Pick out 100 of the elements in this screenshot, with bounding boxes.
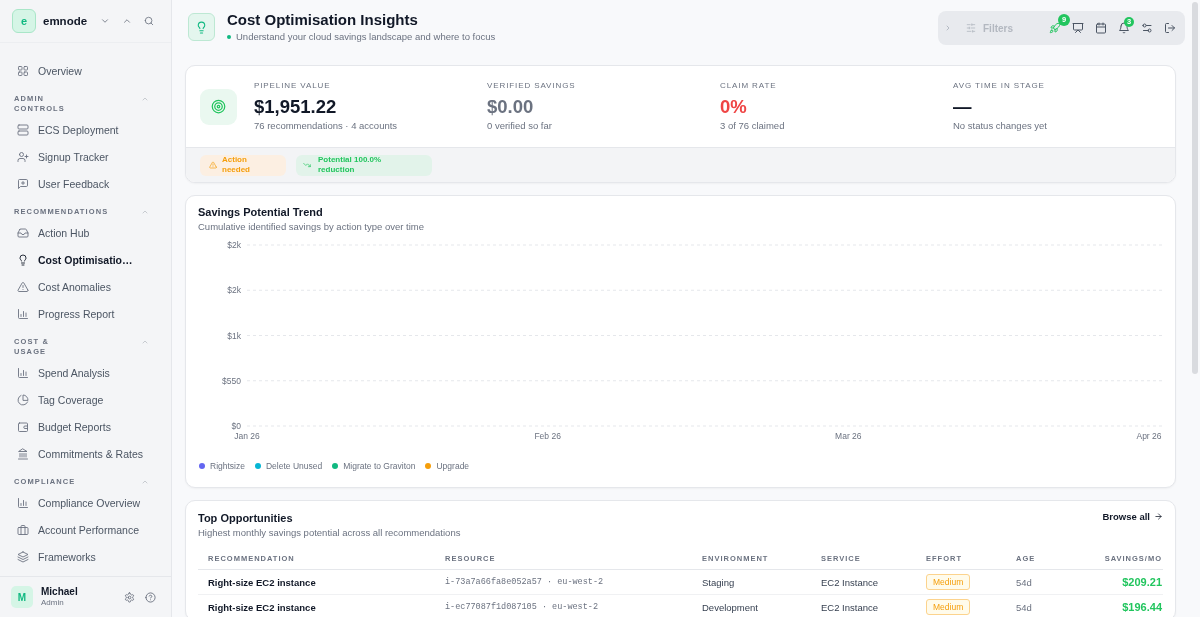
table-title: Top Opportunities <box>198 512 294 525</box>
chart-subtitle: Cumulative identified savings by action type over time <box>198 221 425 233</box>
chart-title: Savings Potential Trend <box>198 206 324 219</box>
table-cell: 54d <box>1006 594 1086 617</box>
bank-icon <box>17 447 29 460</box>
search-icon[interactable] <box>144 16 154 26</box>
chevron-up-icon[interactable] <box>141 338 149 346</box>
legend-label: Upgrade <box>436 460 470 472</box>
stat-note: 0 verified so far <box>487 120 552 132</box>
user-name: Michael <box>41 586 78 598</box>
stat-value: — <box>953 96 972 118</box>
presentation-icon[interactable] <box>1072 22 1084 34</box>
table-cell: Right-size EC2 instance <box>198 594 435 617</box>
user-plus-icon <box>17 150 29 163</box>
wallet-icon <box>17 420 29 433</box>
stat-label: VERIFIED SAVINGS <box>487 81 576 91</box>
table-cell: EC2 Instance <box>811 569 916 595</box>
pie-chart-icon <box>17 393 29 406</box>
help-icon[interactable] <box>145 591 156 603</box>
user-avatar: M <box>11 586 33 608</box>
legend-label: Migrate to Graviton <box>343 460 416 472</box>
legend-label: Rightsize <box>210 460 245 472</box>
x-axis-label: Feb 26 <box>534 431 561 441</box>
stat-label: CLAIM RATE <box>720 81 777 91</box>
y-axis-label: $2k <box>227 285 241 296</box>
toggles-icon[interactable] <box>1141 22 1153 34</box>
sidebar-item[interactable]: Budget Reports <box>0 413 171 440</box>
chevron-up-icon[interactable] <box>141 478 149 486</box>
sidebar-item[interactable]: Signup Tracker <box>0 143 171 170</box>
sidebar-item[interactable]: Compliance Overview <box>0 489 171 516</box>
lightbulb-icon <box>17 253 29 266</box>
scrollbar-thumb[interactable] <box>1192 2 1198 374</box>
user-role: Admin <box>41 598 65 608</box>
bar-chart-icon <box>17 496 29 509</box>
server-icon <box>17 123 29 136</box>
callout-text: Action needed <box>222 154 251 176</box>
sidebar-item[interactable]: Action Hub <box>0 219 171 246</box>
trend-down-icon <box>303 161 311 169</box>
notifications-icon[interactable] <box>1118 22 1130 34</box>
logout-icon[interactable] <box>1164 22 1176 34</box>
settings-icon[interactable] <box>124 591 135 603</box>
table-cell: 54d <box>1006 569 1086 595</box>
briefcase-icon <box>17 523 29 536</box>
y-axis-label: $2k <box>227 240 241 250</box>
chevron-up-icon[interactable] <box>122 16 132 26</box>
table-cell: i-73a7a66fa8e052a57 · eu-west-2 <box>435 569 692 595</box>
x-axis-label: Mar 26 <box>835 431 862 441</box>
sidebar-item[interactable]: ECS Deployment <box>0 116 171 143</box>
rocket-icon[interactable] <box>1049 22 1061 34</box>
table-cell: EC2 Instance <box>811 594 916 617</box>
table-cell: Development <box>692 594 811 617</box>
legend-label: Delete Unused <box>265 460 323 472</box>
chevron-up-icon[interactable] <box>141 208 149 216</box>
table-cell: i-ec77087f1d087105 · eu-west-2 <box>435 594 692 617</box>
x-axis-label: Apr 26 <box>1136 431 1162 441</box>
table-cell: $209.21 <box>1086 569 1163 595</box>
page-subtitle: Understand your cloud savings landscape and where to focus <box>236 30 496 43</box>
sliders-icon <box>966 23 976 33</box>
sidebar-item[interactable]: Cost Anomalies <box>0 273 171 300</box>
inbox-icon <box>17 226 29 239</box>
effort-badge: Medium <box>926 574 971 590</box>
workspace-name: emnode <box>43 15 88 27</box>
table-cell: Right-size EC2 instance <box>198 569 435 595</box>
chevron-down-icon[interactable] <box>100 16 110 26</box>
bar-chart-icon <box>17 366 29 379</box>
status-dot-icon <box>227 34 231 39</box>
sidebar-item[interactable]: Account Performance <box>0 516 171 543</box>
stat-value: $0.00 <box>487 96 534 118</box>
grid-icon <box>17 64 29 77</box>
table-cell: Staging <box>692 569 811 595</box>
stat-value: $1,951.22 <box>254 96 337 118</box>
message-plus-icon <box>17 177 29 190</box>
chevron-up-icon[interactable] <box>141 95 149 103</box>
arrow-right-icon <box>1154 512 1163 521</box>
stat-value: 0% <box>720 96 747 118</box>
table-subtitle: Highest monthly savings potential across all recommendations <box>198 527 461 539</box>
stat-note: No status changes yet <box>953 120 1047 132</box>
sidebar-item[interactable]: User Feedback <box>0 170 171 197</box>
sidebar-item[interactable]: Spend Analysis <box>0 359 171 386</box>
sidebar-item[interactable]: Cost Optimisatio… <box>0 246 171 273</box>
page-title: Cost Optimisation Insights <box>227 11 419 29</box>
layers-icon <box>17 550 29 563</box>
calendar-icon[interactable] <box>1095 22 1107 34</box>
sidebar-item[interactable]: Progress Report <box>0 300 171 327</box>
warning-icon <box>17 280 29 293</box>
sidebar-item[interactable]: Frameworks <box>0 543 171 570</box>
x-axis-label: Jan 26 <box>234 431 260 441</box>
y-axis-label: $550 <box>222 375 241 386</box>
y-axis-label: $0 <box>231 421 241 431</box>
chevron-right-icon[interactable] <box>944 24 952 32</box>
stat-note: 3 of 76 claimed <box>720 120 785 132</box>
effort-badge: Medium <box>926 599 971 615</box>
sidebar-item[interactable]: Tag Coverage <box>0 386 171 413</box>
lightbulb-icon <box>188 13 215 41</box>
warning-icon <box>209 161 217 169</box>
browse-all-link[interactable]: Browse all <box>1102 510 1163 523</box>
brand-logo: e <box>12 9 36 33</box>
sidebar-item[interactable]: Overview <box>0 57 171 84</box>
sidebar-item[interactable]: Commitments & Rates <box>0 440 171 467</box>
stat-label: AVG TIME IN STAGE <box>953 81 1045 91</box>
